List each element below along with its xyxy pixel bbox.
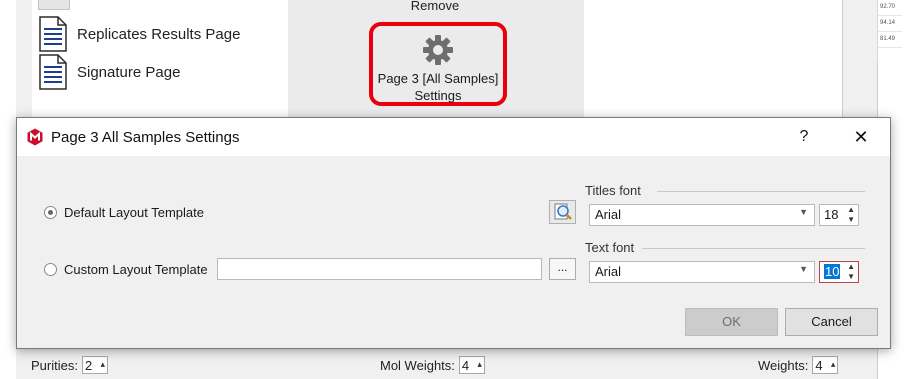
cancel-button[interactable]: Cancel: [785, 308, 878, 336]
default-template-label: Default Layout Template: [64, 205, 204, 220]
default-template-radio[interactable]: [44, 206, 57, 219]
titles-font-size-value: 18: [824, 207, 839, 222]
ok-button[interactable]: OK: [685, 308, 778, 336]
spin-arrows-icon[interactable]: ▲ ▼: [847, 205, 855, 225]
custom-template-label: Custom Layout Template: [64, 262, 208, 277]
text-font-family-value: Arial: [595, 264, 622, 279]
gear-icon: [422, 34, 454, 69]
spin-arrows-icon[interactable]: ▲ ▼: [847, 262, 855, 282]
custom-template-option[interactable]: Custom Layout Template: [44, 262, 208, 277]
mol-weights-field: Mol Weights: 4: [380, 355, 485, 374]
mol-weights-spinbox[interactable]: 4: [458, 355, 485, 374]
chevron-down-icon: ▼: [799, 264, 808, 274]
preview-magnifier-icon: [554, 203, 572, 220]
page-item-replicates[interactable]: Replicates Results Page: [38, 16, 240, 52]
remove-button[interactable]: Remove: [380, 0, 490, 13]
dialog-title: Page 3 All Samples Settings: [51, 129, 240, 146]
purities-spinbox[interactable]: 2: [81, 355, 108, 374]
partial-list-item: [38, 0, 70, 10]
purities-field: Purities: 2: [31, 355, 108, 374]
preview-template-button[interactable]: [549, 200, 576, 224]
number-cell: 92.70: [878, 0, 902, 16]
close-button[interactable]: ✕: [843, 123, 879, 151]
purities-label: Purities:: [31, 357, 78, 373]
text-font-size-spinbox[interactable]: 10 ▲ ▼: [819, 261, 859, 283]
number-cell: 94.14: [878, 16, 902, 32]
text-font-group-label: Text font: [585, 240, 635, 255]
settings-button-label-line1: Page 3 [All Samples]: [377, 71, 499, 86]
weights-field: Weights: 4: [758, 355, 839, 374]
titles-font-family-select[interactable]: Arial ▼: [589, 204, 815, 226]
settings-button-label-line2: Settings: [414, 88, 462, 103]
text-font-group-divider: [642, 248, 865, 249]
titles-font-family-value: Arial: [595, 207, 622, 222]
weights-spinbox[interactable]: 4: [812, 355, 839, 374]
document-icon: [38, 16, 68, 52]
mol-weights-label: Mol Weights:: [380, 357, 455, 373]
text-font-size-value: 10: [824, 264, 841, 279]
weights-label: Weights:: [758, 357, 809, 373]
custom-template-path-input[interactable]: [217, 258, 542, 280]
numbers-column: 92.70 94.14 81.49: [877, 0, 902, 60]
text-font-family-select[interactable]: Arial ▼: [589, 261, 815, 283]
chevron-down-icon: ▼: [799, 207, 808, 217]
number-cell: 81.49: [878, 32, 902, 48]
help-button[interactable]: ?: [789, 123, 819, 151]
page-item-label: Replicates Results Page: [77, 25, 241, 43]
page-settings-button[interactable]: Page 3 [All Samples] Settings: [369, 22, 507, 106]
default-template-option[interactable]: Default Layout Template: [44, 205, 204, 220]
document-icon: [38, 54, 68, 90]
titles-font-size-spinbox[interactable]: 18 ▲ ▼: [819, 204, 859, 226]
browse-button[interactable]: ...: [549, 258, 576, 280]
app-logo-icon: [26, 128, 44, 146]
titles-font-group-divider: [657, 191, 865, 192]
custom-template-radio[interactable]: [44, 263, 57, 276]
titles-font-group-label: Titles font: [585, 183, 641, 198]
page-item-label: Signature Page: [77, 63, 181, 81]
dialog-titlebar[interactable]: Page 3 All Samples Settings ? ✕: [17, 118, 890, 156]
page-item-signature[interactable]: Signature Page: [38, 54, 180, 90]
content-area: [584, 0, 843, 120]
page-settings-dialog: Page 3 All Samples Settings ? ✕ Default …: [16, 117, 891, 349]
